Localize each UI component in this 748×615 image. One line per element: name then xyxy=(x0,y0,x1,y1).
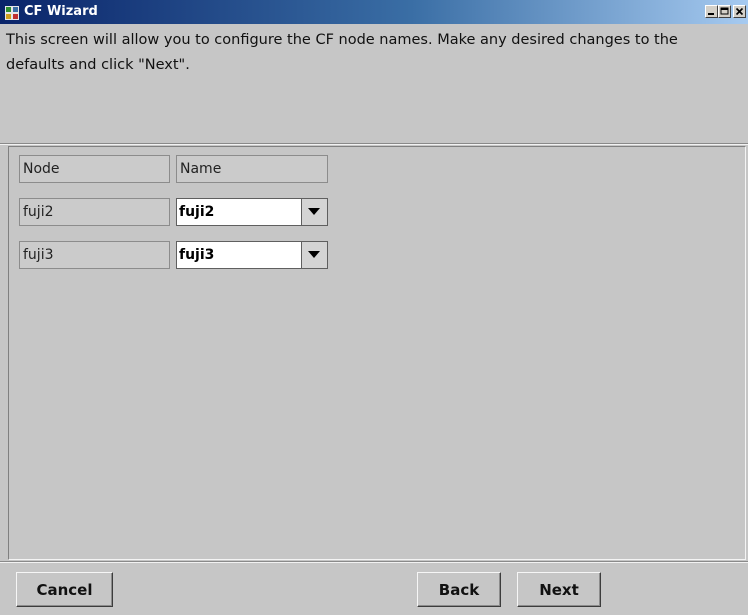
close-icon[interactable] xyxy=(733,5,746,18)
combobox-value[interactable]: fuji2 xyxy=(179,199,214,225)
node-names-panel: Node Name fuji2 fuji2 fuji3 fuji3 xyxy=(8,146,746,560)
maximize-icon[interactable] xyxy=(718,5,731,18)
app-icon xyxy=(5,5,19,20)
chevron-down-icon[interactable] xyxy=(301,199,327,225)
node-name-combobox[interactable]: fuji2 xyxy=(176,198,328,226)
footer-divider xyxy=(0,561,748,563)
combobox-value[interactable]: fuji3 xyxy=(179,242,214,268)
back-button[interactable]: Back xyxy=(417,572,501,607)
minimize-icon[interactable] xyxy=(705,5,718,18)
window-title: CF Wizard xyxy=(24,4,98,19)
node-name-combobox[interactable]: fuji3 xyxy=(176,241,328,269)
header-divider xyxy=(0,143,748,145)
node-cell: fuji3 xyxy=(19,241,170,269)
next-button[interactable]: Next xyxy=(517,572,601,607)
cf-wizard-window: CF Wizard This screen will allow you to … xyxy=(0,0,748,615)
cancel-button[interactable]: Cancel xyxy=(16,572,113,607)
name-column-header: Name xyxy=(176,155,328,183)
node-cell: fuji2 xyxy=(19,198,170,226)
window-controls xyxy=(705,5,746,18)
node-column-header: Node xyxy=(19,155,170,183)
instructions-text: This screen will allow you to configure … xyxy=(6,32,678,73)
title-bar[interactable]: CF Wizard xyxy=(0,0,748,24)
chevron-down-icon[interactable] xyxy=(301,242,327,268)
